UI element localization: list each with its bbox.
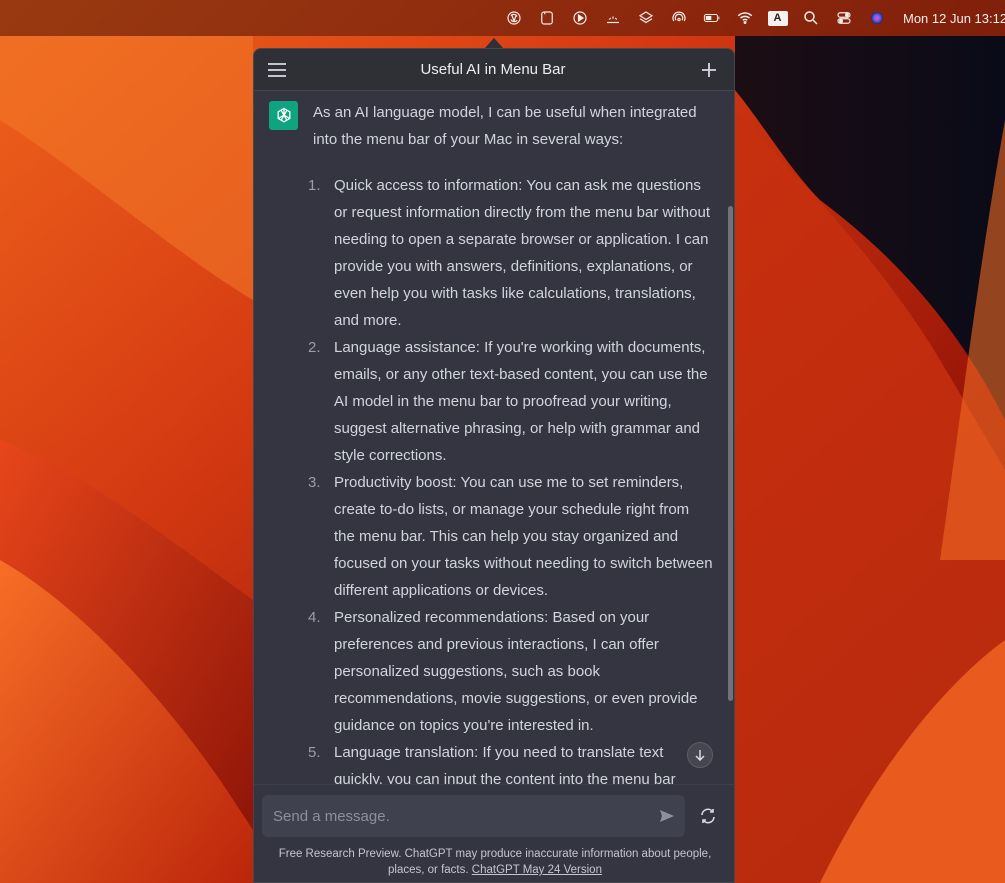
- message-intro: As an AI language model, I can be useful…: [313, 104, 697, 148]
- plus-icon[interactable]: [698, 59, 720, 81]
- input-source-label: A: [767, 10, 788, 26]
- assistant-message: As an AI language model, I can be useful…: [308, 99, 713, 784]
- footer-disclaimer: Free Research Preview. ChatGPT may produ…: [270, 846, 720, 878]
- conversation-title: Useful AI in Menu Bar: [420, 61, 566, 78]
- search-icon[interactable]: [794, 0, 827, 36]
- message-list: 1. Quick access to information: You can a…: [308, 172, 713, 784]
- list-number: 1.: [308, 177, 321, 194]
- scrollbar-thumb[interactable]: [728, 206, 733, 701]
- send-button[interactable]: [649, 795, 685, 837]
- list-text: Quick access to information: You can ask…: [334, 177, 711, 329]
- list-item: 1. Quick access to information: You can a…: [308, 172, 713, 334]
- list-item: 3. Productivity boost: You can use me to …: [308, 469, 713, 604]
- refresh-icon: [701, 808, 715, 824]
- message-input-container: [262, 795, 685, 837]
- chatgpt-popover: Useful AI in Menu Bar As an AI language …: [253, 48, 735, 883]
- popover-header: Useful AI in Menu Bar: [254, 49, 734, 91]
- list-number: 5.: [308, 744, 321, 761]
- siri-icon[interactable]: [860, 0, 893, 36]
- list-item: 5. Language translation: If you need to t…: [308, 739, 713, 784]
- wifi-icon[interactable]: [728, 0, 761, 36]
- version-link[interactable]: ChatGPT May 24 Version: [472, 864, 602, 876]
- conversation-area: As an AI language model, I can be useful…: [254, 91, 734, 784]
- chatgpt-logo-icon: [269, 101, 298, 130]
- list-number: 2.: [308, 339, 321, 356]
- composer-area: Free Research Preview. ChatGPT may produ…: [254, 784, 734, 882]
- menu-bar: A Mon 12 Jun 13:12: [0, 0, 1005, 36]
- list-text: Productivity boost: You can use me to se…: [334, 474, 713, 599]
- play-icon[interactable]: [563, 0, 596, 36]
- airdrop-icon[interactable]: [662, 0, 695, 36]
- scroll-to-bottom-button[interactable]: [687, 742, 713, 768]
- list-text: Personalized recommendations: Based on y…: [334, 609, 698, 734]
- message-input[interactable]: [262, 795, 649, 837]
- list-item: 2. Language assistance: If you're working…: [308, 334, 713, 469]
- list-item: 4. Personalized recommendations: Based on…: [308, 604, 713, 739]
- arrow-down-icon: [695, 750, 705, 761]
- battery-icon[interactable]: [695, 0, 728, 36]
- popover-caret: [485, 38, 503, 48]
- weather-icon[interactable]: [596, 0, 629, 36]
- tablet-icon[interactable]: [530, 0, 563, 36]
- list-number: 3.: [308, 474, 321, 491]
- regenerate-button[interactable]: [695, 802, 721, 830]
- input-source-icon[interactable]: A: [761, 0, 794, 36]
- layers-icon[interactable]: [629, 0, 662, 36]
- menu-bar-clock[interactable]: Mon 12 Jun 13:12: [893, 11, 1005, 26]
- hamburger-icon[interactable]: [266, 59, 288, 81]
- list-text: Language assistance: If you're working w…: [334, 339, 708, 464]
- control-center-icon[interactable]: [827, 0, 860, 36]
- chatgpt-icon[interactable]: [497, 0, 530, 36]
- list-number: 4.: [308, 609, 321, 626]
- send-icon: [660, 810, 674, 822]
- list-text: Language translation: If you need to tra…: [334, 744, 676, 784]
